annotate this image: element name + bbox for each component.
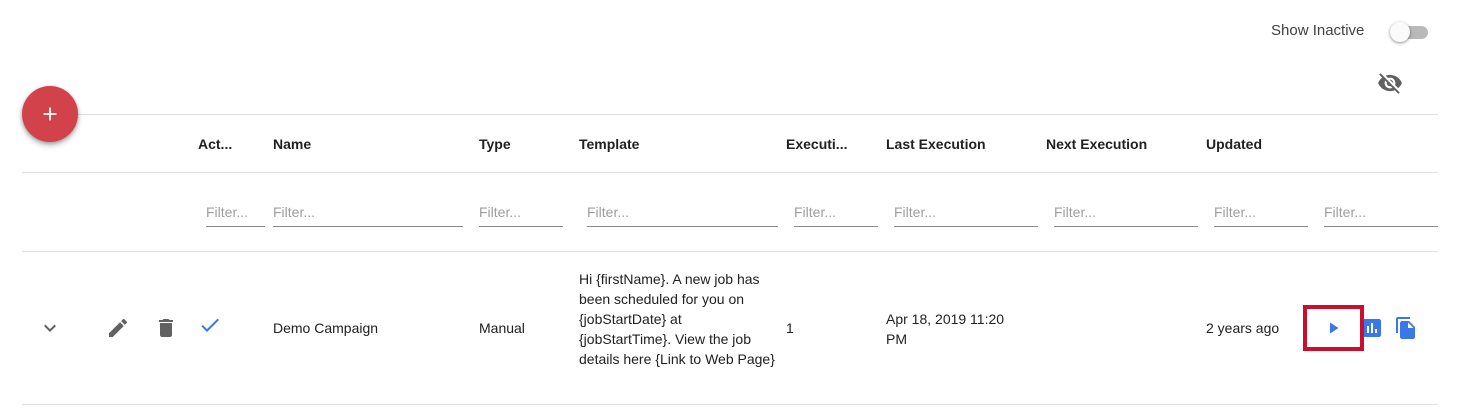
campaign-last-execution: Apr 18, 2019 11:20 PM (886, 311, 1005, 347)
filter-type-input[interactable] (479, 193, 563, 226)
campaign-executions: 1 (786, 320, 794, 336)
column-header-name[interactable]: Name (273, 136, 433, 152)
column-header-updated[interactable]: Updated (1206, 136, 1306, 152)
filter-actions (1324, 193, 1438, 227)
show-inactive-label: Show Inactive (1271, 22, 1365, 39)
show-inactive-toggle[interactable] (1390, 22, 1428, 42)
column-header-type[interactable]: Type (479, 136, 559, 152)
campaign-template: Hi {firstName}. A new job has been sched… (579, 271, 775, 367)
filter-divider (22, 251, 1438, 252)
row-divider (22, 404, 1438, 405)
copy-icon (1396, 317, 1415, 339)
campaign-updated: 2 years ago (1206, 320, 1280, 336)
filter-active-input[interactable] (206, 193, 265, 226)
filter-template-input[interactable] (587, 193, 778, 226)
column-header-last-execution[interactable]: Last Execution (886, 136, 1036, 152)
column-header-template[interactable]: Template (579, 136, 759, 152)
filter-executions-input[interactable] (794, 193, 878, 226)
filter-executions (794, 193, 878, 227)
filter-active (206, 193, 265, 227)
trash-icon (159, 319, 173, 337)
filter-updated-input[interactable] (1214, 193, 1308, 226)
check-icon (201, 318, 219, 332)
filter-name-input[interactable] (273, 193, 463, 226)
column-header-active[interactable]: Act... (198, 136, 238, 152)
expand-row-button[interactable] (38, 316, 62, 340)
pencil-icon (109, 318, 128, 337)
filter-next-execution (1054, 193, 1198, 227)
column-header-executions[interactable]: Executi... (786, 136, 850, 152)
add-icon (43, 107, 57, 121)
highlight-annotation (1303, 305, 1364, 351)
edit-button[interactable] (106, 316, 130, 340)
filter-template (587, 193, 778, 227)
filter-last-execution-input[interactable] (894, 193, 1038, 226)
filter-actions-input[interactable] (1324, 193, 1438, 226)
chevron-down-icon (44, 324, 56, 332)
active-status (198, 313, 222, 337)
top-bar: Show Inactive (0, 0, 1458, 60)
filter-type (479, 193, 563, 227)
table-top-divider (22, 114, 1438, 115)
column-header-next-execution[interactable]: Next Execution (1046, 136, 1196, 152)
filter-last-execution (894, 193, 1038, 227)
filter-name (273, 193, 463, 227)
toggle-thumb (1390, 22, 1410, 42)
add-campaign-button[interactable] (22, 86, 78, 142)
campaign-type: Manual (479, 320, 525, 336)
copy-campaign-button[interactable] (1394, 316, 1418, 340)
filter-updated (1214, 193, 1308, 227)
campaign-name: Demo Campaign (273, 320, 379, 336)
visibility-off-icon[interactable] (1377, 70, 1403, 96)
header-divider (22, 172, 1438, 173)
delete-button[interactable] (154, 316, 178, 340)
filter-next-execution-input[interactable] (1054, 193, 1198, 226)
